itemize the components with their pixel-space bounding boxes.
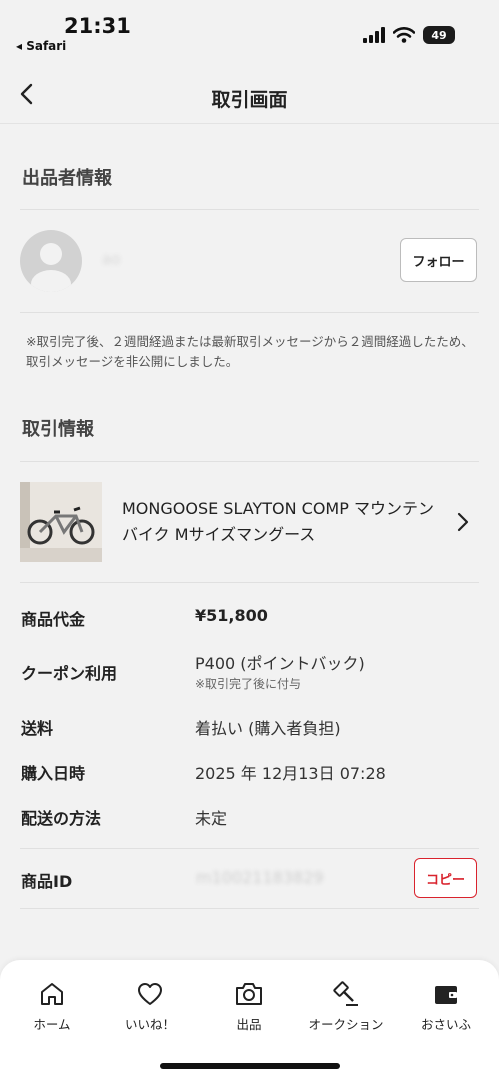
coupon-value: P400 (ポイントバック) <box>195 654 365 673</box>
product-id-value: m10021183829 <box>196 868 324 887</box>
wallet-icon <box>435 986 457 1004</box>
home-indicator <box>160 1063 340 1069</box>
tab-auction[interactable]: オークション <box>296 980 396 1033</box>
chevron-right-icon[interactable] <box>453 510 473 534</box>
wifi-icon <box>393 27 415 43</box>
bicycle-image <box>20 482 102 562</box>
tab-home-label: ホーム <box>33 1017 71 1032</box>
status-icons: 49 <box>363 26 455 44</box>
home-icon <box>41 983 63 1005</box>
tab-wallet[interactable]: おさいふ <box>396 980 496 1033</box>
copy-button[interactable]: コピー <box>414 858 477 898</box>
divider <box>20 908 479 909</box>
divider <box>20 209 479 210</box>
delivery-method-value: 未定 <box>195 809 228 828</box>
divider <box>20 461 479 462</box>
purchase-date-value: 2025 年 12月13日 07:28 <box>195 764 386 783</box>
tab-sell[interactable]: 出品 <box>199 980 299 1033</box>
message-hidden-notice: ※取引完了後、２週間経過または最新取引メッセージから２週間経過したため、取引メッ… <box>26 334 474 369</box>
signal-icon <box>363 27 385 43</box>
camera-icon <box>236 983 262 1005</box>
nav-bar: 取引画面 <box>0 68 499 124</box>
divider <box>20 848 479 849</box>
divider <box>20 312 479 313</box>
tab-sell-label: 出品 <box>236 1017 262 1032</box>
product-id-label: 商品ID <box>21 872 73 891</box>
back-to-safari-link[interactable]: ◂ Safari <box>16 39 66 53</box>
tab-wallet-label: おさいふ <box>420 1017 471 1032</box>
tab-bar: ホーム いいね！ 出品 オークション おさいふ <box>0 960 499 1080</box>
tab-auction-label: オークション <box>308 1017 384 1032</box>
delivery-method-label: 配送の方法 <box>21 809 102 828</box>
tab-likes-label: いいね！ <box>124 1017 175 1032</box>
tab-home[interactable]: ホーム <box>2 980 102 1033</box>
product-thumbnail <box>20 482 102 562</box>
price-label: 商品代金 <box>21 610 86 629</box>
transaction-screen: 21:31 ◂ Safari 49 取引画面 出品者情報 ao フォロー ※取引… <box>0 0 499 1080</box>
product-row[interactable]: MONGOOSE SLAYTON COMP マウンテンバイク Mサイズマングース <box>20 480 479 566</box>
coupon-label: クーポン利用 <box>21 664 118 683</box>
heart-icon <box>138 983 162 1005</box>
price-value: ¥51,800 <box>195 606 268 625</box>
product-name: MONGOOSE SLAYTON COMP マウンテンバイク Mサイズマングース <box>122 499 434 544</box>
follow-button[interactable]: フォロー <box>400 238 477 282</box>
shipping-fee-label: 送料 <box>21 719 54 738</box>
default-user-icon <box>31 243 71 292</box>
purchase-date-label: 購入日時 <box>21 764 86 783</box>
gavel-icon <box>333 981 358 1006</box>
seller-section-heading: 出品者情報 <box>22 168 112 189</box>
divider <box>20 582 479 583</box>
shipping-fee-value: 着払い (購入者負担) <box>195 719 341 738</box>
page-title: 取引画面 <box>211 89 288 111</box>
tab-likes[interactable]: いいね！ <box>100 980 200 1033</box>
transaction-section-heading: 取引情報 <box>22 419 94 440</box>
clock: 21:31 <box>64 14 131 38</box>
status-bar: 21:31 ◂ Safari 49 <box>0 0 499 68</box>
battery-icon: 49 <box>423 26 455 44</box>
seller-name[interactable]: ao <box>102 250 120 268</box>
avatar[interactable] <box>20 230 82 292</box>
coupon-note: ※取引完了後に付与 <box>195 677 302 691</box>
